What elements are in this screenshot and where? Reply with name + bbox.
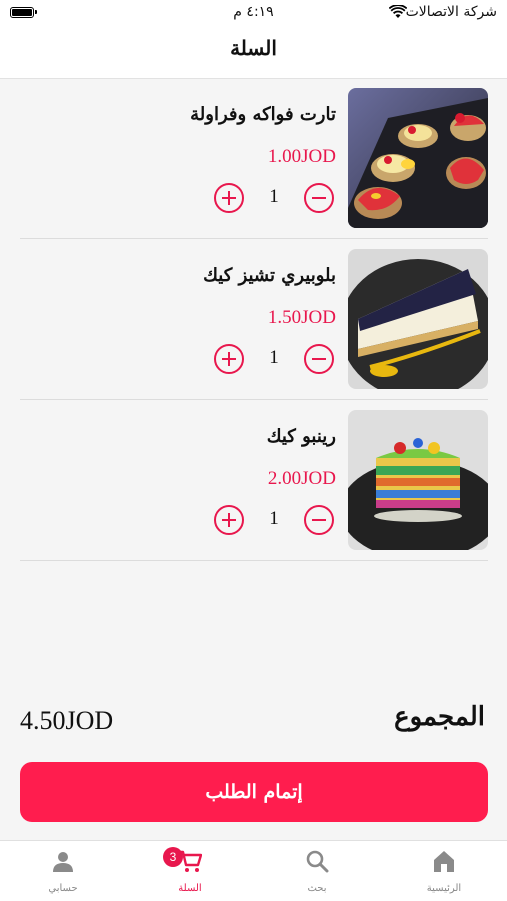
- tab-label: السلة: [178, 883, 202, 894]
- status-time: ٤:١٩ م: [233, 4, 274, 20]
- decrease-quantity-button[interactable]: [304, 505, 334, 535]
- tab-account[interactable]: حسابي: [0, 841, 126, 901]
- home-icon: [434, 851, 454, 872]
- item-name: رينبو كيك: [266, 426, 336, 447]
- quantity-stepper: 1: [214, 344, 334, 376]
- increase-quantity-button[interactable]: [214, 183, 244, 213]
- tab-label: الرئيسية: [426, 883, 462, 894]
- person-icon: [53, 852, 73, 872]
- decrease-quantity-button[interactable]: [304, 344, 334, 374]
- quantity-value: 1: [269, 347, 279, 368]
- minus-icon: [312, 196, 326, 199]
- blueberry-cheesecake-image: [348, 249, 488, 389]
- status-bar: ٤:١٩ م شركة الاتصالات: [0, 0, 507, 28]
- cart-list: تارت فواكه وفراولة 1.00JOD 1 بلوبيري تشي…: [20, 88, 488, 571]
- item-price: 1.00JOD: [267, 146, 336, 167]
- quantity-stepper: 1: [214, 505, 334, 537]
- cart-item: بلوبيري تشيز كيك 1.50JOD 1: [20, 249, 488, 400]
- tab-home[interactable]: الرئيسية: [381, 841, 507, 901]
- increase-quantity-button[interactable]: [214, 505, 244, 535]
- cart-count-badge: 3: [163, 847, 183, 867]
- page-header: السلة: [0, 28, 507, 79]
- tab-label: حسابي: [48, 883, 78, 894]
- tab-search[interactable]: بحث: [254, 841, 380, 901]
- quantity-value: 1: [269, 508, 279, 529]
- item-name: تارت فواكه وفراولة: [190, 104, 336, 125]
- minus-icon: [312, 518, 326, 521]
- tab-bar: حسابي 3 السلة بحث الرئيسية: [0, 840, 507, 901]
- battery-icon: [10, 7, 37, 18]
- rainbow-cake-image: [348, 410, 488, 550]
- total-value: 4.50JOD: [20, 706, 114, 735]
- increase-quantity-button[interactable]: [214, 344, 244, 374]
- item-price: 1.50JOD: [267, 307, 336, 328]
- item-name: بلوبيري تشيز كيك: [203, 265, 336, 286]
- item-price: 2.00JOD: [267, 468, 336, 489]
- cart-item: تارت فواكه وفراولة 1.00JOD 1: [20, 88, 488, 239]
- checkout-button[interactable]: إتمام الطلب: [20, 762, 488, 822]
- cart-item: رينبو كيك 2.00JOD 1: [20, 410, 488, 561]
- quantity-value: 1: [269, 186, 279, 207]
- fruit-tart-image: [348, 88, 488, 228]
- carrier-name: شركة الاتصالات: [405, 4, 497, 20]
- tab-label: بحث: [307, 883, 327, 894]
- total-label: المجموع: [394, 702, 485, 732]
- minus-icon: [312, 357, 326, 360]
- quantity-stepper: 1: [214, 183, 334, 215]
- tab-cart[interactable]: 3 السلة: [127, 841, 253, 901]
- wifi-icon: [389, 5, 407, 18]
- search-icon: [306, 850, 329, 873]
- page-title: السلة: [230, 36, 277, 60]
- decrease-quantity-button[interactable]: [304, 183, 334, 213]
